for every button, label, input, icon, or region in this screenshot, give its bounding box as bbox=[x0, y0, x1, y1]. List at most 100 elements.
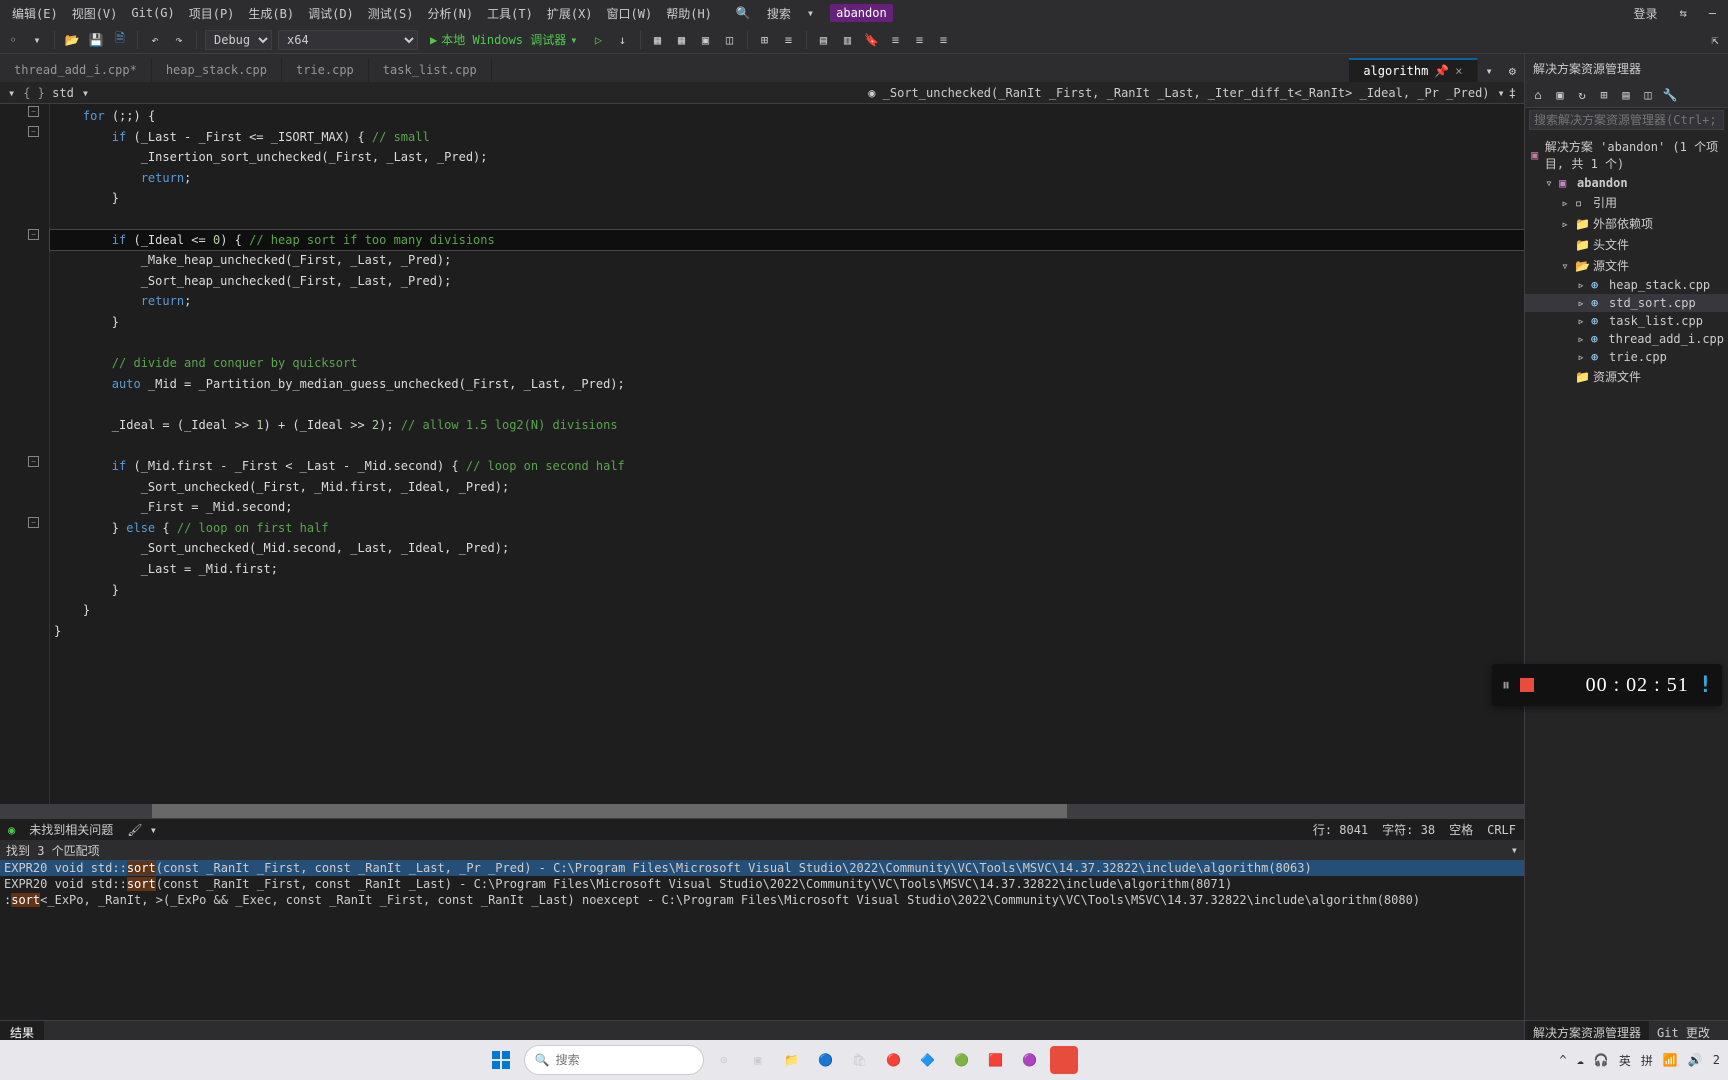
open-icon[interactable]: 📂 bbox=[63, 31, 81, 49]
undo-icon[interactable]: ↶ bbox=[146, 31, 164, 49]
code-content[interactable]: for (;;) { if (_Last - _First <= _ISORT_… bbox=[50, 104, 1524, 804]
tree-file[interactable]: ▹⊕task_list.cpp bbox=[1525, 312, 1728, 330]
tree-solution[interactable]: ▣解决方案 'abandon' (1 个项目, 共 1 个) bbox=[1525, 136, 1728, 174]
tray-onedrive-icon[interactable]: ☁ bbox=[1577, 1053, 1584, 1067]
config-dropdown[interactable]: Debug bbox=[205, 30, 272, 50]
tree-project[interactable]: ▿▣abandon bbox=[1525, 174, 1728, 192]
app-vscode[interactable]: 🔷 bbox=[914, 1046, 942, 1074]
tool-icon-9[interactable]: 🔖 bbox=[863, 31, 881, 49]
sync-icon[interactable]: ⊞ bbox=[1595, 86, 1613, 104]
menu-extensions[interactable]: 扩展(X) bbox=[541, 3, 599, 24]
fold-toggle[interactable]: − bbox=[28, 229, 39, 240]
tree-file[interactable]: ▹⊕trie.cpp bbox=[1525, 348, 1728, 366]
menu-edit[interactable]: 编辑(E) bbox=[6, 3, 64, 24]
sidebar-search-input[interactable] bbox=[1529, 110, 1724, 130]
marker-icon[interactable]: ! bbox=[1699, 673, 1712, 698]
menu-window[interactable]: 窗口(W) bbox=[601, 3, 659, 24]
gear-icon[interactable]: ⚙ bbox=[1501, 60, 1524, 82]
redo-icon[interactable]: ↷ bbox=[170, 31, 188, 49]
tray-chevron-icon[interactable]: ^ bbox=[1559, 1053, 1566, 1067]
tree-ext-deps[interactable]: ▹📁外部依赖项 bbox=[1525, 213, 1728, 234]
sync-icon[interactable]: ⇆ bbox=[1674, 4, 1693, 22]
share-icon[interactable]: ⇱ bbox=[1706, 31, 1724, 49]
tab-algorithm[interactable]: algorithm 📌 × bbox=[1349, 58, 1477, 82]
tray-clock[interactable]: 2 bbox=[1713, 1053, 1720, 1067]
func-chevron-icon[interactable]: ▾ bbox=[1498, 86, 1505, 100]
fold-toggle[interactable]: − bbox=[28, 106, 39, 117]
app-store[interactable]: 🛍 bbox=[846, 1046, 874, 1074]
app-recorder[interactable] bbox=[1050, 1046, 1078, 1074]
brush-icon[interactable]: 🖌 ▾ bbox=[127, 823, 157, 837]
new-file-icon[interactable]: ▾ bbox=[28, 31, 46, 49]
scope-chevron-icon[interactable]: ▾ bbox=[82, 86, 89, 100]
search-dropdown-icon[interactable]: ▾ bbox=[801, 4, 820, 22]
function-dropdown[interactable]: ◉ _Sort_unchecked(_RanIt _First, _RanIt … bbox=[860, 86, 1497, 100]
code-editor[interactable]: − − − − − for (;;) { if (_Last - _First … bbox=[0, 104, 1524, 804]
filter-icon[interactable]: ▤ bbox=[1617, 86, 1635, 104]
tool-icon-12[interactable]: ≡ bbox=[935, 31, 953, 49]
home-icon[interactable]: ⌂ bbox=[1529, 86, 1547, 104]
start-button[interactable] bbox=[484, 1046, 518, 1074]
collapse-icon[interactable]: ▣ bbox=[1551, 86, 1569, 104]
platform-dropdown[interactable]: x64 bbox=[278, 30, 418, 50]
app-chrome[interactable]: 🔴 bbox=[880, 1046, 908, 1074]
taskbar-search-input[interactable] bbox=[556, 1053, 676, 1067]
menu-help[interactable]: 帮助(H) bbox=[660, 3, 718, 24]
tool-icon-3[interactable]: ▣ bbox=[697, 31, 715, 49]
system-tray[interactable]: ^ ☁ 🎧 英 拼 📶 🔊 2 bbox=[1559, 1052, 1720, 1069]
fold-toggle[interactable]: − bbox=[28, 456, 39, 467]
tray-ime[interactable]: 拼 bbox=[1641, 1052, 1653, 1069]
tool-icon-1[interactable]: ▦ bbox=[649, 31, 667, 49]
menu-project[interactable]: 项目(P) bbox=[183, 3, 241, 24]
properties-icon[interactable]: 🔧 bbox=[1661, 86, 1679, 104]
back-icon[interactable]: ◦ bbox=[4, 31, 22, 49]
menu-debug[interactable]: 调试(D) bbox=[302, 3, 360, 24]
save-all-icon[interactable]: 🗎 bbox=[111, 31, 129, 49]
menu-build[interactable]: 生成(B) bbox=[242, 3, 300, 24]
tree-file[interactable]: ▹⊕heap_stack.cpp bbox=[1525, 276, 1728, 294]
tool-icon-4[interactable]: ◫ bbox=[721, 31, 739, 49]
tool-icon-11[interactable]: ≡ bbox=[911, 31, 929, 49]
horizontal-scrollbar[interactable] bbox=[0, 804, 1524, 818]
tool-icon-6[interactable]: ≡ bbox=[780, 31, 798, 49]
pin-icon[interactable]: 📌 bbox=[1434, 64, 1449, 78]
tree-file[interactable]: ▹⊕std_sort.cpp bbox=[1525, 294, 1728, 312]
tool-icon-2[interactable]: ▦ bbox=[673, 31, 691, 49]
menu-tools[interactable]: 工具(T) bbox=[481, 3, 539, 24]
menu-analyze[interactable]: 分析(N) bbox=[421, 3, 479, 24]
split-icon[interactable]: ‡ bbox=[1509, 86, 1516, 100]
app-widgets[interactable]: ▣ bbox=[744, 1046, 772, 1074]
fold-toggle[interactable]: − bbox=[28, 126, 39, 137]
results-dropdown-icon[interactable]: ▾ bbox=[1511, 843, 1518, 857]
tab-heap-stack[interactable]: heap_stack.cpp bbox=[152, 58, 282, 82]
tray-volume-icon[interactable]: 🔊 bbox=[1688, 1053, 1703, 1067]
menu-search[interactable]: 🔍 搜索 ▾ bbox=[730, 3, 820, 24]
app-explorer[interactable]: 📁 bbox=[778, 1046, 806, 1074]
refresh-icon[interactable]: ↻ bbox=[1573, 86, 1591, 104]
tree-sources[interactable]: ▿📂源文件 bbox=[1525, 255, 1728, 276]
tree-file[interactable]: ▹⊕thread_add_i.cpp bbox=[1525, 330, 1728, 348]
menu-test[interactable]: 测试(S) bbox=[362, 3, 420, 24]
pause-icon[interactable]: ⏸ bbox=[1502, 675, 1510, 695]
scope-dropdown[interactable]: std bbox=[15, 86, 82, 100]
recording-timer[interactable]: ⏸ 00 : 02 : 51 ! bbox=[1492, 664, 1722, 706]
tray-sound-icon[interactable]: 🎧 bbox=[1594, 1053, 1609, 1067]
menu-git[interactable]: Git(G) bbox=[125, 4, 180, 22]
tab-overflow-icon[interactable]: ▾ bbox=[1478, 60, 1501, 82]
tree-refs[interactable]: ▹▫引用 bbox=[1525, 192, 1728, 213]
run-button[interactable]: ▶ 本地 Windows 调试器 ▾ bbox=[424, 31, 584, 48]
tree-headers[interactable]: 📁头文件 bbox=[1525, 234, 1728, 255]
app-copilot[interactable]: ⊙ bbox=[710, 1046, 738, 1074]
menu-view[interactable]: 视图(V) bbox=[66, 3, 124, 24]
tab-thread-add[interactable]: thread_add_i.cpp* bbox=[0, 58, 152, 82]
tab-task-list[interactable]: task_list.cpp bbox=[369, 58, 492, 82]
tool-icon-7[interactable]: ▤ bbox=[815, 31, 833, 49]
nav-left-dropdown[interactable]: ▾ bbox=[8, 86, 15, 100]
tool-icon-8[interactable]: ▥ bbox=[839, 31, 857, 49]
tray-lang[interactable]: 英 bbox=[1619, 1052, 1631, 1069]
show-all-icon[interactable]: ◫ bbox=[1639, 86, 1657, 104]
save-icon[interactable]: 💾 bbox=[87, 31, 105, 49]
tool-icon-10[interactable]: ≡ bbox=[887, 31, 905, 49]
play-icon[interactable]: ▷ bbox=[590, 31, 608, 49]
close-icon[interactable]: × bbox=[1455, 64, 1462, 78]
